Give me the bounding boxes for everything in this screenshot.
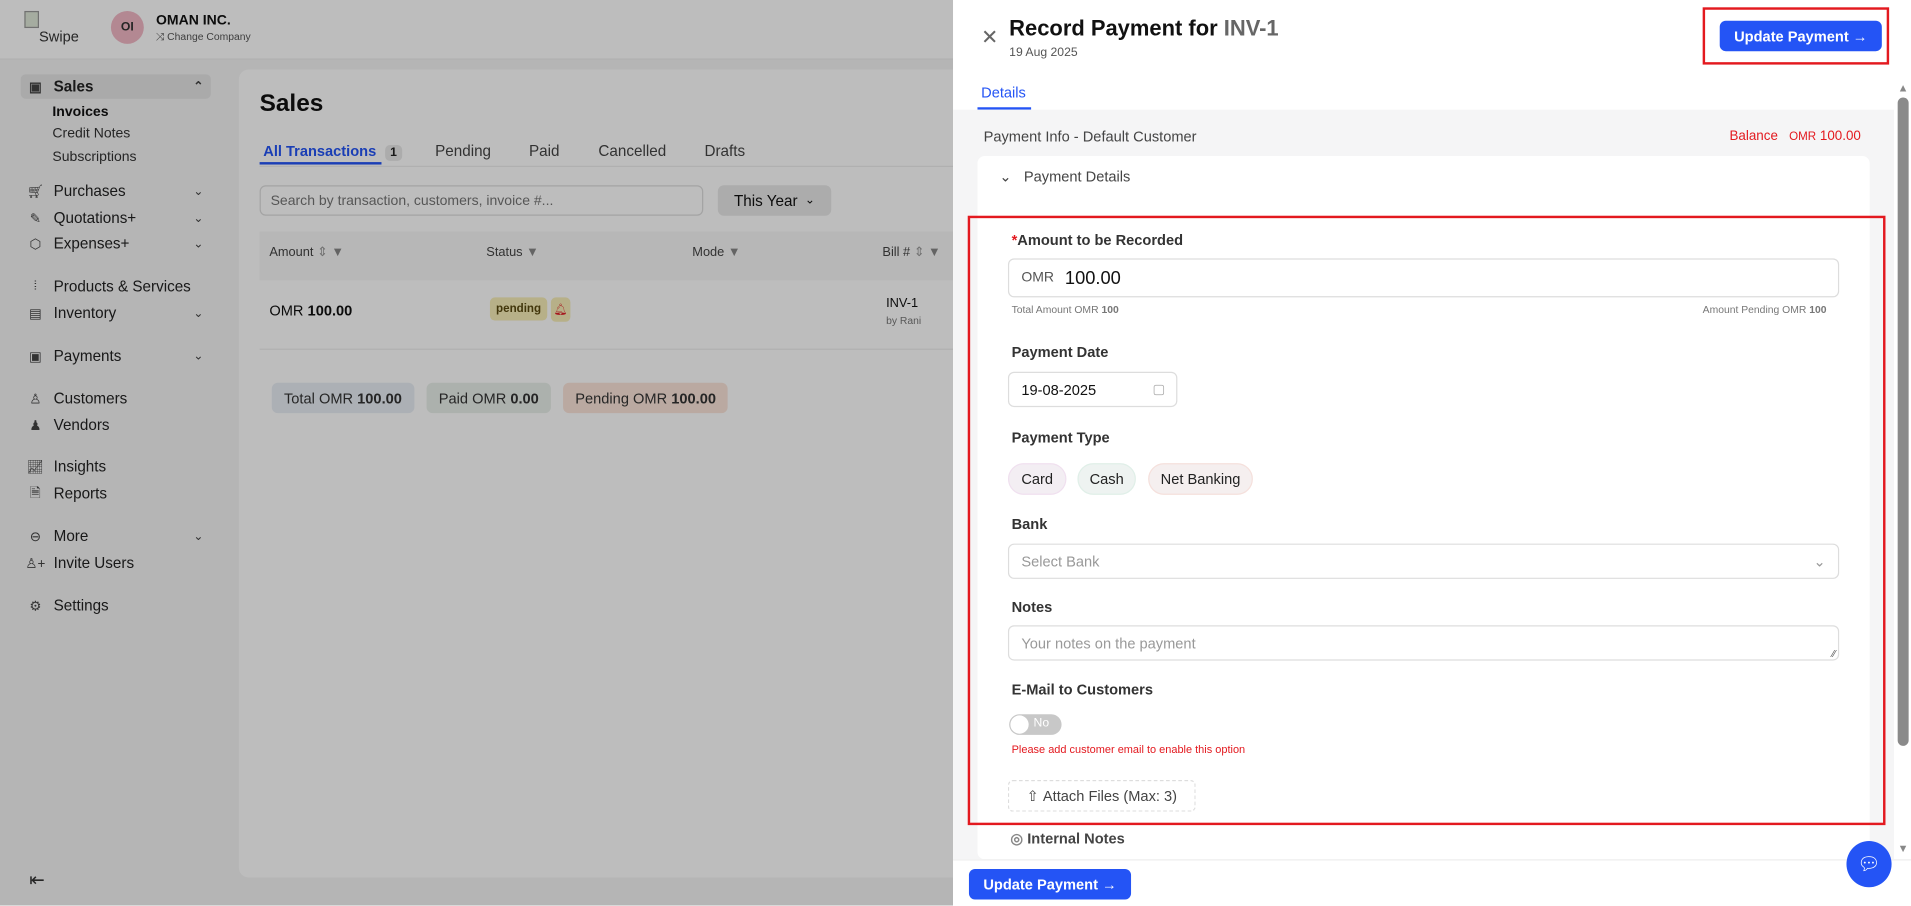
payment-type-cash[interactable]: Cash — [1077, 463, 1136, 495]
bank-label: Bank — [1011, 515, 1048, 533]
amount-label: *Amount to be Recorded — [1011, 231, 1184, 249]
resize-handle-icon[interactable]: ⁄⁄ — [1832, 648, 1835, 659]
notes-label: Notes — [1011, 598, 1053, 616]
payment-info-heading: Payment Info - Default Customer — [983, 127, 1197, 146]
payment-details-toggle[interactable]: ⌄ Payment Details — [999, 168, 1130, 185]
notes-textarea[interactable]: Your notes on the payment ⁄⁄ — [1007, 625, 1840, 661]
email-warning: Please add customer email to enable this… — [1011, 743, 1246, 756]
attach-files-button[interactable]: ⇧ Attach Files (Max: 3) — [1007, 780, 1196, 812]
balance: Balance OMR 100.00 — [1729, 129, 1861, 144]
close-icon[interactable]: ✕ — [981, 26, 998, 50]
chat-support-icon[interactable]: 💬︎ — [1846, 840, 1892, 888]
upload-icon: ⇧ — [1026, 787, 1039, 805]
email-label: E-Mail to Customers — [1011, 681, 1154, 699]
payment-date-input[interactable]: 19-08-2025 ▢ — [1007, 371, 1178, 408]
tab-details[interactable]: Details — [981, 84, 1026, 101]
payment-type-net-banking[interactable]: Net Banking — [1148, 463, 1253, 495]
email-toggle[interactable]: No — [1009, 714, 1062, 735]
payment-type-card[interactable]: Card — [1007, 463, 1067, 495]
amount-pending-hint: Amount Pending OMR 100 — [1702, 303, 1827, 316]
drawer-title: Record Payment for INV-1 — [1009, 15, 1279, 41]
toggle-label: No — [1033, 716, 1050, 731]
total-amount-hint: Total Amount OMR 100 — [1011, 303, 1119, 316]
payment-date-label: Payment Date — [1011, 343, 1109, 361]
internal-notes-toggle[interactable]: ◎ Internal Notes — [1010, 830, 1124, 847]
fingerprint-icon: ◎ — [1010, 830, 1024, 848]
update-payment-button-top[interactable]: Update Payment → — [1719, 20, 1882, 52]
arrow-right-icon: → — [1852, 27, 1868, 45]
arrow-right-icon: → — [1102, 875, 1117, 893]
bank-select[interactable]: Select Bank ⌄ — [1007, 543, 1840, 579]
calendar-icon: ▢ — [1152, 382, 1166, 398]
amount-input[interactable]: OMR 100.00 — [1007, 258, 1840, 298]
update-payment-button-bottom[interactable]: Update Payment → — [968, 869, 1132, 900]
chevron-down-icon: ⌄ — [1813, 552, 1826, 570]
payment-type-label: Payment Type — [1011, 429, 1110, 447]
scroll-up-icon[interactable]: ▲ — [1898, 82, 1909, 94]
scrollbar-thumb[interactable] — [1897, 97, 1909, 746]
amount-value: 100.00 — [1064, 267, 1121, 289]
chevron-down-icon: ⌄ — [999, 168, 1012, 186]
modal-backdrop[interactable] — [0, 0, 954, 906]
drawer-date: 19 Aug 2025 — [1009, 46, 1078, 60]
invoice-number: INV-1 — [1223, 15, 1279, 41]
scroll-down-icon[interactable]: ▼ — [1898, 842, 1909, 854]
toggle-knob — [1010, 715, 1029, 734]
